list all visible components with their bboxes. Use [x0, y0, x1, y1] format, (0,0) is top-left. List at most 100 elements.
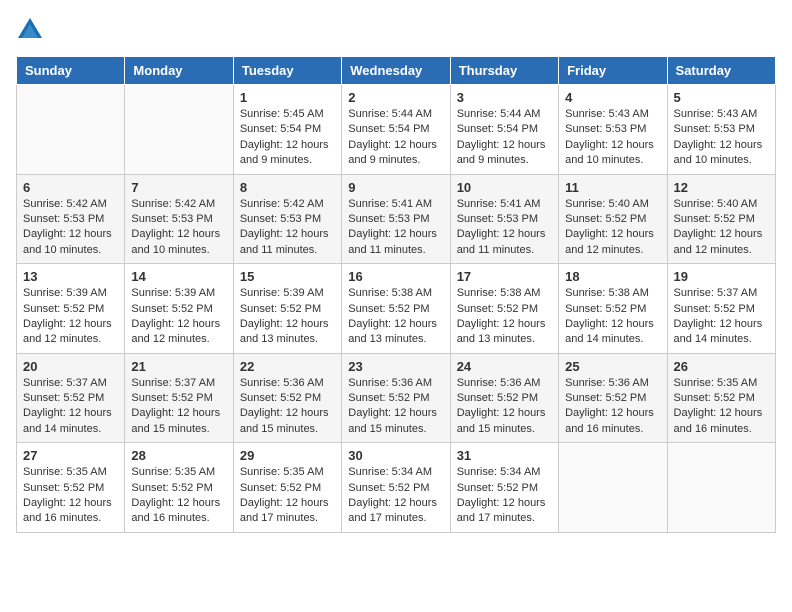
daylight-label: Daylight: 12 hours and 13 minutes. — [348, 318, 437, 345]
sunrise-label: Sunrise: 5:44 AM — [457, 108, 541, 120]
sunset-label: Sunset: 5:53 PM — [565, 123, 646, 135]
day-info: Sunrise: 5:40 AM Sunset: 5:52 PM Dayligh… — [565, 197, 660, 259]
daylight-label: Daylight: 12 hours and 10 minutes. — [23, 228, 112, 255]
calendar-cell — [17, 85, 125, 175]
calendar-cell: 24 Sunrise: 5:36 AM Sunset: 5:52 PM Dayl… — [450, 353, 558, 443]
daylight-label: Daylight: 12 hours and 13 minutes. — [457, 318, 546, 345]
daylight-label: Daylight: 12 hours and 14 minutes. — [674, 318, 763, 345]
day-info: Sunrise: 5:42 AM Sunset: 5:53 PM Dayligh… — [131, 197, 226, 259]
sunrise-label: Sunrise: 5:42 AM — [131, 198, 215, 210]
sunset-label: Sunset: 5:53 PM — [348, 213, 429, 225]
header — [16, 16, 776, 44]
sunrise-label: Sunrise: 5:37 AM — [23, 377, 107, 389]
daylight-label: Daylight: 12 hours and 10 minutes. — [674, 139, 763, 166]
sunrise-label: Sunrise: 5:35 AM — [240, 466, 324, 478]
sunrise-label: Sunrise: 5:36 AM — [348, 377, 432, 389]
day-number: 4 — [565, 90, 660, 105]
weekday-header-row: SundayMondayTuesdayWednesdayThursdayFrid… — [17, 57, 776, 85]
calendar-cell: 3 Sunrise: 5:44 AM Sunset: 5:54 PM Dayli… — [450, 85, 558, 175]
sunset-label: Sunset: 5:52 PM — [348, 482, 429, 494]
daylight-label: Daylight: 12 hours and 12 minutes. — [565, 228, 654, 255]
day-number: 26 — [674, 359, 769, 374]
calendar-cell: 30 Sunrise: 5:34 AM Sunset: 5:52 PM Dayl… — [342, 443, 450, 533]
day-number: 2 — [348, 90, 443, 105]
sunset-label: Sunset: 5:52 PM — [674, 213, 755, 225]
daylight-label: Daylight: 12 hours and 15 minutes. — [131, 407, 220, 434]
week-row-2: 6 Sunrise: 5:42 AM Sunset: 5:53 PM Dayli… — [17, 174, 776, 264]
calendar-cell: 4 Sunrise: 5:43 AM Sunset: 5:53 PM Dayli… — [559, 85, 667, 175]
sunrise-label: Sunrise: 5:35 AM — [23, 466, 107, 478]
sunset-label: Sunset: 5:52 PM — [240, 482, 321, 494]
day-number: 17 — [457, 269, 552, 284]
day-number: 15 — [240, 269, 335, 284]
day-number: 12 — [674, 180, 769, 195]
daylight-label: Daylight: 12 hours and 12 minutes. — [131, 318, 220, 345]
calendar-cell: 29 Sunrise: 5:35 AM Sunset: 5:52 PM Dayl… — [233, 443, 341, 533]
daylight-label: Daylight: 12 hours and 16 minutes. — [674, 407, 763, 434]
week-row-3: 13 Sunrise: 5:39 AM Sunset: 5:52 PM Dayl… — [17, 264, 776, 354]
day-info: Sunrise: 5:40 AM Sunset: 5:52 PM Dayligh… — [674, 197, 769, 259]
day-number: 13 — [23, 269, 118, 284]
sunrise-label: Sunrise: 5:37 AM — [131, 377, 215, 389]
day-number: 11 — [565, 180, 660, 195]
calendar-cell: 18 Sunrise: 5:38 AM Sunset: 5:52 PM Dayl… — [559, 264, 667, 354]
day-info: Sunrise: 5:34 AM Sunset: 5:52 PM Dayligh… — [457, 465, 552, 527]
day-info: Sunrise: 5:41 AM Sunset: 5:53 PM Dayligh… — [348, 197, 443, 259]
day-info: Sunrise: 5:37 AM Sunset: 5:52 PM Dayligh… — [131, 376, 226, 438]
calendar-cell: 12 Sunrise: 5:40 AM Sunset: 5:52 PM Dayl… — [667, 174, 775, 264]
calendar-cell — [559, 443, 667, 533]
calendar-cell: 13 Sunrise: 5:39 AM Sunset: 5:52 PM Dayl… — [17, 264, 125, 354]
calendar-cell — [667, 443, 775, 533]
day-info: Sunrise: 5:35 AM Sunset: 5:52 PM Dayligh… — [240, 465, 335, 527]
day-number: 24 — [457, 359, 552, 374]
day-info: Sunrise: 5:35 AM Sunset: 5:52 PM Dayligh… — [131, 465, 226, 527]
sunset-label: Sunset: 5:52 PM — [674, 392, 755, 404]
daylight-label: Daylight: 12 hours and 17 minutes. — [240, 497, 329, 524]
calendar-cell: 15 Sunrise: 5:39 AM Sunset: 5:52 PM Dayl… — [233, 264, 341, 354]
sunset-label: Sunset: 5:52 PM — [240, 392, 321, 404]
daylight-label: Daylight: 12 hours and 17 minutes. — [457, 497, 546, 524]
sunrise-label: Sunrise: 5:42 AM — [240, 198, 324, 210]
day-info: Sunrise: 5:38 AM Sunset: 5:52 PM Dayligh… — [565, 286, 660, 348]
day-info: Sunrise: 5:36 AM Sunset: 5:52 PM Dayligh… — [348, 376, 443, 438]
calendar-cell: 5 Sunrise: 5:43 AM Sunset: 5:53 PM Dayli… — [667, 85, 775, 175]
daylight-label: Daylight: 12 hours and 11 minutes. — [457, 228, 546, 255]
day-info: Sunrise: 5:42 AM Sunset: 5:53 PM Dayligh… — [23, 197, 118, 259]
sunrise-label: Sunrise: 5:43 AM — [565, 108, 649, 120]
sunset-label: Sunset: 5:53 PM — [23, 213, 104, 225]
day-info: Sunrise: 5:37 AM Sunset: 5:52 PM Dayligh… — [23, 376, 118, 438]
sunset-label: Sunset: 5:52 PM — [131, 303, 212, 315]
day-number: 31 — [457, 448, 552, 463]
day-number: 6 — [23, 180, 118, 195]
day-number: 21 — [131, 359, 226, 374]
day-number: 18 — [565, 269, 660, 284]
day-number: 3 — [457, 90, 552, 105]
day-info: Sunrise: 5:43 AM Sunset: 5:53 PM Dayligh… — [674, 107, 769, 169]
sunset-label: Sunset: 5:52 PM — [23, 482, 104, 494]
daylight-label: Daylight: 12 hours and 12 minutes. — [674, 228, 763, 255]
sunrise-label: Sunrise: 5:35 AM — [674, 377, 758, 389]
day-number: 28 — [131, 448, 226, 463]
day-info: Sunrise: 5:43 AM Sunset: 5:53 PM Dayligh… — [565, 107, 660, 169]
day-info: Sunrise: 5:41 AM Sunset: 5:53 PM Dayligh… — [457, 197, 552, 259]
sunset-label: Sunset: 5:52 PM — [240, 303, 321, 315]
week-row-5: 27 Sunrise: 5:35 AM Sunset: 5:52 PM Dayl… — [17, 443, 776, 533]
day-info: Sunrise: 5:39 AM Sunset: 5:52 PM Dayligh… — [131, 286, 226, 348]
calendar-cell: 20 Sunrise: 5:37 AM Sunset: 5:52 PM Dayl… — [17, 353, 125, 443]
weekday-header-wednesday: Wednesday — [342, 57, 450, 85]
logo — [16, 16, 48, 44]
sunset-label: Sunset: 5:52 PM — [457, 482, 538, 494]
sunset-label: Sunset: 5:52 PM — [457, 392, 538, 404]
day-number: 22 — [240, 359, 335, 374]
calendar-cell: 19 Sunrise: 5:37 AM Sunset: 5:52 PM Dayl… — [667, 264, 775, 354]
day-number: 14 — [131, 269, 226, 284]
calendar-cell: 2 Sunrise: 5:44 AM Sunset: 5:54 PM Dayli… — [342, 85, 450, 175]
daylight-label: Daylight: 12 hours and 15 minutes. — [240, 407, 329, 434]
day-number: 25 — [565, 359, 660, 374]
day-number: 1 — [240, 90, 335, 105]
day-info: Sunrise: 5:45 AM Sunset: 5:54 PM Dayligh… — [240, 107, 335, 169]
sunset-label: Sunset: 5:52 PM — [457, 303, 538, 315]
daylight-label: Daylight: 12 hours and 15 minutes. — [457, 407, 546, 434]
day-info: Sunrise: 5:36 AM Sunset: 5:52 PM Dayligh… — [457, 376, 552, 438]
sunset-label: Sunset: 5:53 PM — [674, 123, 755, 135]
